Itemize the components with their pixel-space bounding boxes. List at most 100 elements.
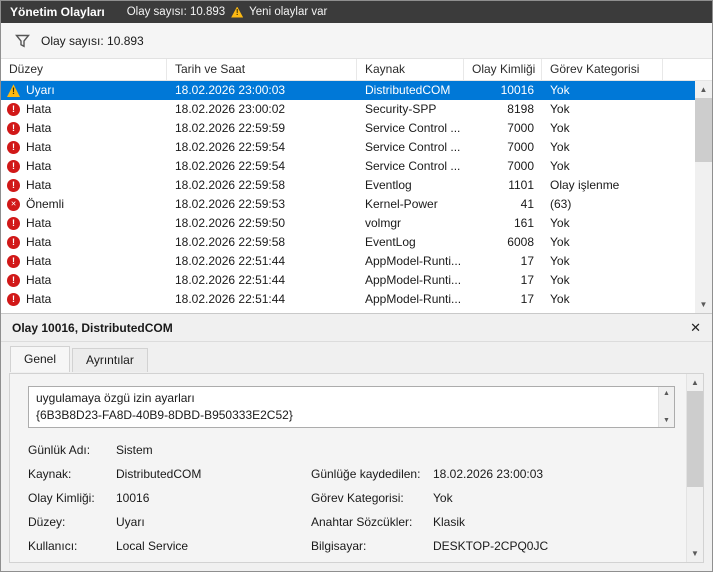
level-cell: Önemli bbox=[1, 195, 167, 214]
field-value: 18.02.2026 23:00:03 bbox=[433, 467, 544, 481]
table-row[interactable]: Hata 18.02.2026 22:59:50 volmgr 161 Yok bbox=[1, 214, 695, 233]
table-row[interactable]: Önemli 18.02.2026 22:59:53 Kernel-Power 41 (… bbox=[1, 195, 695, 214]
scrollbar-track[interactable] bbox=[687, 391, 703, 545]
scroll-down-icon[interactable]: ▼ bbox=[687, 545, 703, 562]
warning-icon bbox=[231, 7, 243, 18]
field-value: Yok bbox=[433, 491, 453, 505]
column-header-filler bbox=[663, 59, 712, 80]
source-cell: DistributedCOM bbox=[365, 83, 451, 97]
category-cell: Yok bbox=[550, 273, 570, 287]
table-row[interactable]: Uyarı 18.02.2026 23:00:03 DistributedCOM 10… bbox=[1, 81, 695, 100]
table-row[interactable]: Hata 18.02.2026 22:59:54 Service Control .… bbox=[1, 138, 695, 157]
scroll-down-icon[interactable]: ▼ bbox=[695, 296, 712, 313]
column-header-datetime[interactable]: Tarih ve Saat bbox=[167, 59, 357, 80]
source-cell: EventLog bbox=[365, 235, 416, 249]
category-cell: Olay işlenme bbox=[550, 178, 620, 192]
source-cell: AppModel-Runti... bbox=[365, 292, 462, 306]
level-label: Hata bbox=[26, 140, 52, 154]
level-cell: Hata bbox=[1, 233, 167, 252]
level-label: Önemli bbox=[26, 197, 65, 211]
details-tabs: Genel Ayrıntılar bbox=[1, 342, 712, 372]
table-row[interactable]: Hata 18.02.2026 22:59:54 Service Control .… bbox=[1, 157, 695, 176]
description-box[interactable]: uygulamaya özgü izin ayarları {6B3B8D23-… bbox=[28, 386, 675, 428]
category-cell: Yok bbox=[550, 102, 570, 116]
field-label: Bilgisayar: bbox=[311, 539, 367, 553]
event-id-cell: 7000 bbox=[507, 159, 534, 173]
event-id-cell: 6008 bbox=[507, 235, 534, 249]
tab-details[interactable]: Ayrıntılar bbox=[72, 348, 148, 372]
error-icon bbox=[7, 217, 20, 230]
column-header-event-id[interactable]: Olay Kimliği bbox=[464, 59, 542, 80]
details-scrollbar[interactable]: ▲ ▼ bbox=[686, 374, 703, 562]
level-label: Hata bbox=[26, 292, 52, 306]
table-row[interactable]: Hata 18.02.2026 22:51:44 AppModel-Runti...… bbox=[1, 271, 695, 290]
column-header-source[interactable]: Kaynak bbox=[357, 59, 464, 80]
table-scrollbar[interactable]: ▲ ▼ bbox=[695, 81, 712, 313]
error-icon bbox=[7, 160, 20, 173]
details-fields: Günlük Adı: Sistem Kaynak: DistributedCOM Gü… bbox=[10, 438, 703, 558]
event-viewer-window: Yönetim Olayları Olay sayısı: 10.893 Yen… bbox=[0, 0, 713, 572]
level-cell: Hata bbox=[1, 119, 167, 138]
level-label: Hata bbox=[26, 235, 52, 249]
scroll-up-icon[interactable]: ▲ bbox=[687, 374, 703, 391]
field-value: Local Service bbox=[116, 539, 189, 553]
close-details-button[interactable]: ✕ bbox=[690, 314, 701, 342]
table-row[interactable]: Hata 18.02.2026 23:00:02 Security-SPP 8198 Y… bbox=[1, 100, 695, 119]
table-row[interactable]: Hata 18.02.2026 22:59:58 Eventlog 1101 Olay … bbox=[1, 176, 695, 195]
table-row[interactable]: Hata 18.02.2026 22:51:44 AppModel-Runti...… bbox=[1, 252, 695, 271]
error-icon bbox=[7, 236, 20, 249]
datetime-cell: 18.02.2026 22:59:59 bbox=[175, 121, 286, 135]
error-icon bbox=[7, 179, 20, 192]
detail-field-row: Günlük Adı: Sistem bbox=[28, 438, 675, 462]
critical-icon bbox=[7, 198, 20, 211]
scrollbar-thumb[interactable] bbox=[695, 98, 712, 162]
description-scrollbar[interactable]: ▲ ▼ bbox=[658, 387, 674, 427]
table-row[interactable]: Hata 18.02.2026 22:59:58 EventLog 6008 Yok bbox=[1, 233, 695, 252]
level-label: Uyarı bbox=[26, 83, 55, 97]
level-cell: Hata bbox=[1, 176, 167, 195]
filter-icon bbox=[15, 34, 30, 47]
column-header-category[interactable]: Görev Kategorisi bbox=[542, 59, 663, 80]
scroll-down-icon[interactable]: ▼ bbox=[659, 414, 674, 427]
table-header: Düzey Tarih ve Saat Kaynak Olay Kimliği … bbox=[1, 59, 712, 81]
source-cell: AppModel-Runti... bbox=[365, 254, 462, 268]
field-value: DESKTOP-2CPQ0JC bbox=[433, 539, 549, 553]
scrollbar-thumb[interactable] bbox=[687, 391, 703, 487]
field-label: Kullanıcı: bbox=[28, 539, 78, 553]
source-cell: AppModel-Runti... bbox=[365, 273, 462, 287]
field-value: DistributedCOM bbox=[116, 467, 202, 481]
title-subtitle: Olay sayısı: 10.893 Yeni olaylar var bbox=[127, 6, 328, 18]
error-icon bbox=[7, 274, 20, 287]
error-icon bbox=[7, 141, 20, 154]
detail-field-row: Olay Kimliği: 10016 Görev Kategorisi: Yok bbox=[28, 486, 675, 510]
table-row[interactable]: Hata 18.02.2026 22:51:44 AppModel-Runti...… bbox=[1, 290, 695, 309]
details-header: Olay 10016, DistributedCOM ✕ bbox=[1, 314, 712, 342]
field-label: Kaynak: bbox=[28, 467, 72, 481]
tab-content: uygulamaya özgü izin ayarları {6B3B8D23-… bbox=[9, 373, 704, 563]
field-label: Anahtar Sözcükler: bbox=[311, 515, 413, 529]
datetime-cell: 18.02.2026 23:00:03 bbox=[175, 83, 286, 97]
level-label: Hata bbox=[26, 159, 52, 173]
source-cell: Kernel-Power bbox=[365, 197, 438, 211]
datetime-cell: 18.02.2026 22:51:44 bbox=[175, 273, 286, 287]
level-label: Hata bbox=[26, 121, 52, 135]
error-icon bbox=[7, 255, 20, 268]
event-id-cell: 17 bbox=[520, 292, 534, 306]
level-cell: Hata bbox=[1, 100, 167, 119]
scroll-up-icon[interactable]: ▲ bbox=[695, 81, 712, 98]
event-id-cell: 7000 bbox=[507, 121, 534, 135]
event-id-cell: 41 bbox=[520, 197, 534, 211]
event-id-cell: 7000 bbox=[507, 140, 534, 154]
error-icon bbox=[7, 293, 20, 306]
datetime-cell: 18.02.2026 22:51:44 bbox=[175, 254, 286, 268]
category-cell: Yok bbox=[550, 216, 570, 230]
table-row[interactable]: Hata 18.02.2026 22:59:59 Service Control .… bbox=[1, 119, 695, 138]
level-cell: Hata bbox=[1, 214, 167, 233]
scroll-up-icon[interactable]: ▲ bbox=[659, 387, 674, 400]
event-id-cell: 8198 bbox=[507, 102, 534, 116]
datetime-cell: 18.02.2026 22:59:54 bbox=[175, 140, 286, 154]
column-header-level[interactable]: Düzey bbox=[1, 59, 167, 80]
scrollbar-track[interactable] bbox=[695, 98, 712, 296]
tab-general[interactable]: Genel bbox=[10, 346, 71, 372]
event-id-cell: 1101 bbox=[508, 178, 534, 192]
